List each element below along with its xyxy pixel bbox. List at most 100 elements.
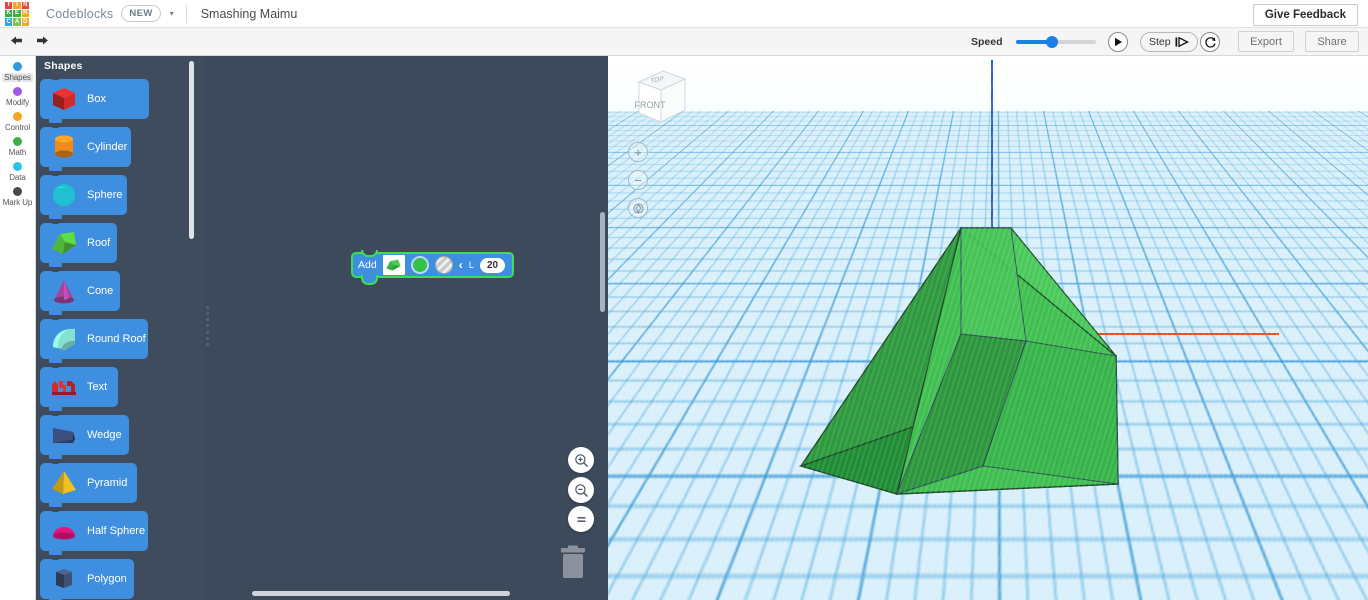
shapes-panel: Shapes Box Cylinder Sphere Roof Cone Round Ro… (36, 56, 203, 600)
speed-slider[interactable] (1015, 36, 1096, 48)
shape-block-label: Box (87, 93, 106, 105)
color-swatch[interactable] (410, 256, 429, 274)
shape-block-polygon[interactable]: Polygon (40, 555, 134, 600)
workspace-resize-grip[interactable] (206, 306, 210, 346)
shape-block-label: Wedge (87, 429, 122, 441)
step-forward-icon (1175, 37, 1189, 47)
wedge-icon (53, 428, 75, 443)
shape-block-label: Roof (87, 237, 111, 249)
reset-button[interactable] (1200, 32, 1220, 52)
param-label-l: L (468, 259, 474, 271)
wedge-icon (49, 420, 79, 450)
shape-block-sphere[interactable]: Sphere (40, 171, 127, 223)
add-block-label: Add (358, 259, 377, 271)
home-orient-icon (632, 202, 644, 214)
category-item-mark-up[interactable]: Mark Up (0, 185, 35, 210)
category-dot-icon (13, 87, 22, 96)
add-shape-block[interactable]: Add ‹ L 20 (351, 250, 515, 285)
sphere-icon (49, 180, 79, 210)
shapes-panel-title: Shapes (44, 60, 83, 72)
shape-block-cone[interactable]: Cone (40, 267, 120, 319)
logo-tile-t: T (5, 1, 13, 9)
logo-tile-c: C (5, 18, 13, 26)
share-button[interactable]: Share (1305, 31, 1359, 52)
polygon-icon (56, 569, 72, 588)
text-icon (49, 372, 79, 402)
viewport-zoom-in-button[interactable]: + (628, 142, 648, 162)
round-roof-icon (49, 324, 79, 354)
shape-block-text[interactable]: Text (40, 363, 118, 415)
tinkercad-codeblocks-app: TINKERCAD Codeblocks NEW ▾ Smashing Maim… (0, 0, 1368, 600)
roof-icon[interactable] (382, 255, 405, 275)
tinkercad-logo[interactable]: TINKERCAD (5, 1, 29, 26)
logo-tile-n: N (21, 1, 29, 9)
category-item-shapes[interactable]: Shapes (0, 60, 35, 85)
speed-slider-knob[interactable] (1045, 36, 1058, 48)
category-dot-icon (13, 112, 22, 121)
category-label: Data (9, 173, 26, 182)
app-header: TINKERCAD Codeblocks NEW ▾ Smashing Maim… (0, 0, 1368, 28)
shape-block-label: Text (87, 381, 108, 393)
pyramid-icon (52, 471, 76, 494)
step-button[interactable]: Step (1140, 32, 1198, 52)
zoom-in-icon (574, 453, 588, 467)
export-button[interactable]: Export (1238, 31, 1294, 52)
chevron-down-icon[interactable]: ▾ (170, 9, 174, 18)
cone-icon (49, 276, 79, 306)
logo-tile-d: D (21, 18, 29, 26)
param-value-input[interactable]: 20 (479, 257, 506, 273)
category-label: Shapes (2, 73, 33, 82)
workspace-fit-view-button[interactable] (568, 506, 594, 532)
shape-block-label: Sphere (87, 189, 123, 201)
shape-block-pyramid[interactable]: Pyramid (40, 459, 137, 511)
category-item-math[interactable]: Math (0, 135, 35, 160)
viewport-zoom-out-button[interactable]: − (628, 170, 648, 190)
shape-block-box[interactable]: Box (40, 75, 149, 127)
brand-label[interactable]: Codeblocks (46, 7, 113, 21)
roof-icon (52, 232, 76, 254)
category-dot-icon (13, 162, 22, 171)
main-toolbar: Speed Step Export Share (0, 28, 1368, 56)
collapse-chevron-icon[interactable]: ‹ (459, 258, 463, 272)
category-item-control[interactable]: Control (0, 110, 35, 135)
logo-tile-a: A (13, 18, 21, 26)
play-button[interactable] (1108, 32, 1128, 52)
trash-icon[interactable] (556, 545, 590, 581)
viewport-home-button[interactable] (628, 198, 648, 218)
redo-arrow-icon[interactable] (31, 34, 53, 49)
code-workspace[interactable]: Add ‹ L 20 (203, 56, 608, 600)
shape-block-round-roof[interactable]: Round Roof (40, 315, 148, 367)
shapes-panel-scrollbar[interactable] (189, 61, 194, 239)
roof-solid-model[interactable] (798, 216, 1143, 521)
pyramid-icon (49, 468, 79, 498)
shape-block-half-sphere[interactable]: Half Sphere (40, 507, 148, 559)
half-sphere-icon (53, 527, 75, 540)
text-icon (52, 381, 76, 395)
workspace-horizontal-scrollbar[interactable] (252, 591, 510, 596)
category-item-data[interactable]: Data (0, 160, 35, 185)
category-label: Mark Up (2, 198, 33, 207)
category-label: Modify (6, 98, 29, 107)
shape-block-cylinder[interactable]: Cylinder (40, 123, 131, 175)
logo-tile-k: K (5, 9, 13, 18)
3d-viewport[interactable]: TOP FRONT + − (608, 56, 1368, 600)
workspace-vertical-scrollbar[interactable] (600, 212, 605, 312)
logo-tile-r: R (21, 9, 29, 18)
hole-hatched-icon[interactable] (434, 256, 453, 274)
project-title[interactable]: Smashing Maimu (201, 7, 298, 21)
category-item-modify[interactable]: Modify (0, 85, 35, 110)
workspace-zoom-in-button[interactable] (568, 447, 594, 473)
shape-block-roof[interactable]: Roof (40, 219, 117, 271)
shape-block-wedge[interactable]: Wedge (40, 411, 129, 463)
category-dot-icon (13, 137, 22, 146)
undo-arrow-icon[interactable] (5, 34, 27, 49)
shape-block-label: Pyramid (87, 477, 128, 489)
shape-block-label: Half Sphere (87, 525, 146, 537)
view-cube[interactable]: TOP FRONT (629, 66, 689, 128)
workspace-zoom-out-button[interactable] (568, 477, 594, 503)
category-nav: Shapes Modify Control Math Data Mark Up (0, 56, 36, 600)
give-feedback-button[interactable]: Give Feedback (1252, 4, 1358, 26)
shape-block-list: Box Cylinder Sphere Roof Cone Round Roof Text W… (36, 75, 203, 600)
logo-tile-e: E (13, 9, 21, 18)
half-sphere-icon (49, 516, 79, 546)
